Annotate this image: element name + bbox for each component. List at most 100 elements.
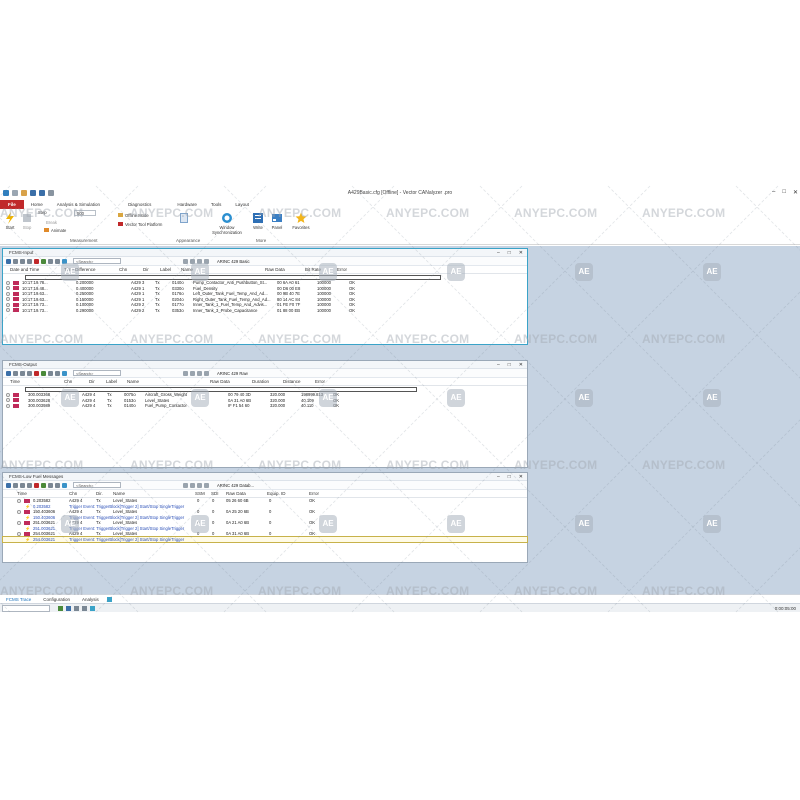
col-chn[interactable]: Chn — [119, 267, 127, 272]
col-distance[interactable]: Distance — [283, 379, 301, 384]
tab-tools[interactable]: Tools — [204, 200, 229, 209]
status-icon-1[interactable] — [58, 606, 63, 611]
col-label[interactable]: Label — [106, 379, 117, 384]
start-button[interactable]: Start — [3, 212, 17, 230]
win2-maximize-button[interactable]: □ — [508, 361, 511, 369]
fcms-input-preset[interactable]: ARINC 429 Basic — [217, 259, 250, 264]
config-icon[interactable] — [204, 370, 209, 376]
mark-icon[interactable] — [48, 258, 53, 264]
scroll-icon[interactable] — [41, 482, 46, 488]
find-icon[interactable] — [27, 370, 32, 376]
win1-close-button[interactable]: ✕ — [519, 249, 523, 257]
delete-icon[interactable] — [34, 258, 39, 264]
col-date-time[interactable]: Date and Time — [10, 267, 39, 272]
col-sdi[interactable]: SDI — [211, 491, 219, 496]
nav-next-icon[interactable] — [190, 370, 195, 376]
offline-mode-button[interactable]: Offline Mode — [118, 213, 149, 218]
sort-icon[interactable] — [20, 370, 25, 376]
col-error[interactable]: Error — [309, 491, 319, 496]
fcms-output-search[interactable]: <Search> — [73, 370, 121, 376]
col-equip-id[interactable]: Equip. ID — [267, 491, 286, 496]
nav-prev-icon[interactable] — [183, 370, 188, 376]
filter-icon[interactable] — [13, 370, 18, 376]
scroll-icon[interactable] — [41, 258, 46, 264]
status-icon-4[interactable] — [82, 606, 87, 611]
col-ssm[interactable]: SSM — [195, 491, 205, 496]
col-dir[interactable]: Dir — [143, 267, 149, 272]
win1-maximize-button[interactable]: □ — [508, 249, 511, 257]
chart-icon[interactable] — [55, 258, 60, 264]
fcms-input-search[interactable]: <Search> — [73, 258, 121, 264]
nav-prev-icon[interactable] — [183, 258, 188, 264]
animate-button[interactable]: Animate — [44, 228, 66, 233]
col-chn[interactable]: Chn — [69, 491, 77, 496]
window-sync-button[interactable]: Window Synchronization — [212, 212, 242, 235]
tab-file[interactable]: File — [0, 200, 24, 209]
tab-analysis-simulation[interactable]: Analysis & Simulation — [50, 200, 107, 209]
grid-icon[interactable] — [6, 370, 11, 376]
delete-icon[interactable] — [34, 482, 39, 488]
fcms-low-fuel-preset[interactable]: ARINC 429 Datab... — [217, 483, 254, 488]
close-button[interactable]: ✕ — [793, 189, 798, 196]
filter-input[interactable] — [25, 386, 417, 392]
col-bit-rate[interactable]: Bit Rate — [305, 267, 321, 272]
win3-close-button[interactable]: ✕ — [519, 473, 523, 481]
grid-icon[interactable] — [6, 258, 11, 264]
win3-maximize-button[interactable]: □ — [508, 473, 511, 481]
chart-icon[interactable] — [55, 482, 60, 488]
add-tab-icon[interactable] — [106, 596, 112, 602]
table-row[interactable]: 10:17:19.73... 0.290000 A429 2 Tx 0353o Inner… — [3, 308, 527, 314]
step-button[interactable]: Step — [38, 210, 47, 215]
col-time[interactable]: Time — [10, 379, 20, 384]
step-value-field[interactable]: 500 — [74, 210, 96, 216]
col-name[interactable]: Name — [127, 379, 139, 384]
status-icon-2[interactable] — [66, 606, 71, 611]
tab-home[interactable]: Home — [24, 200, 50, 209]
tab-layout[interactable]: Layout — [228, 200, 256, 209]
col-time-diff[interactable]: Time Difference — [64, 267, 96, 272]
col-label[interactable]: Label — [160, 267, 171, 272]
tab-hardware[interactable]: Hardware — [170, 200, 204, 209]
filter-input[interactable] — [25, 274, 441, 280]
win2-minimize-button[interactable]: – — [497, 361, 500, 369]
write-button[interactable]: Write — [251, 212, 265, 230]
columns-icon[interactable] — [197, 482, 202, 488]
col-dir[interactable]: Dir. — [96, 491, 103, 496]
config-icon[interactable] — [204, 258, 209, 264]
time-icon[interactable] — [62, 258, 67, 264]
columns-icon[interactable] — [197, 258, 202, 264]
time-icon[interactable] — [62, 482, 67, 488]
maximize-button[interactable]: □ — [782, 189, 786, 196]
appearance-button[interactable] — [180, 213, 188, 224]
filter-icon[interactable] — [13, 258, 18, 264]
col-error[interactable]: Error — [337, 267, 347, 272]
find-icon[interactable] — [27, 482, 32, 488]
chart-icon[interactable] — [55, 370, 60, 376]
tab-diagnostics[interactable]: Diagnostics — [121, 200, 158, 209]
break-button[interactable]: Break — [46, 220, 57, 225]
fcms-low-fuel-search[interactable]: <Search> — [73, 482, 121, 488]
col-name[interactable]: Name — [113, 491, 125, 496]
status-input[interactable] — [2, 605, 50, 612]
config-icon[interactable] — [204, 482, 209, 488]
find-icon[interactable] — [27, 258, 32, 264]
col-name[interactable]: Name — [181, 267, 193, 272]
fcms-output-preset[interactable]: ARINC 429 Raw — [217, 371, 248, 376]
status-icon-3[interactable] — [74, 606, 79, 611]
col-time[interactable]: Time — [17, 491, 27, 496]
filter-icon[interactable] — [13, 482, 18, 488]
col-raw-data[interactable]: Raw Data — [226, 491, 246, 496]
nav-next-icon[interactable] — [190, 258, 195, 264]
col-chn[interactable]: Chn — [64, 379, 72, 384]
col-raw-data[interactable]: Raw Data — [265, 267, 285, 272]
win3-minimize-button[interactable]: – — [497, 473, 500, 481]
columns-icon[interactable] — [197, 370, 202, 376]
panel-button[interactable]: Panel — [270, 212, 284, 230]
nav-prev-icon[interactable] — [183, 482, 188, 488]
table-row[interactable]: 300.003989 A429 4 Tx 0140o Fuel_Pump_Contact… — [3, 403, 527, 409]
scroll-icon[interactable] — [41, 370, 46, 376]
status-icon-5[interactable] — [90, 606, 95, 611]
col-error[interactable]: Error — [315, 379, 325, 384]
grid-icon[interactable] — [6, 482, 11, 488]
stop-button[interactable]: Stop — [20, 212, 34, 230]
